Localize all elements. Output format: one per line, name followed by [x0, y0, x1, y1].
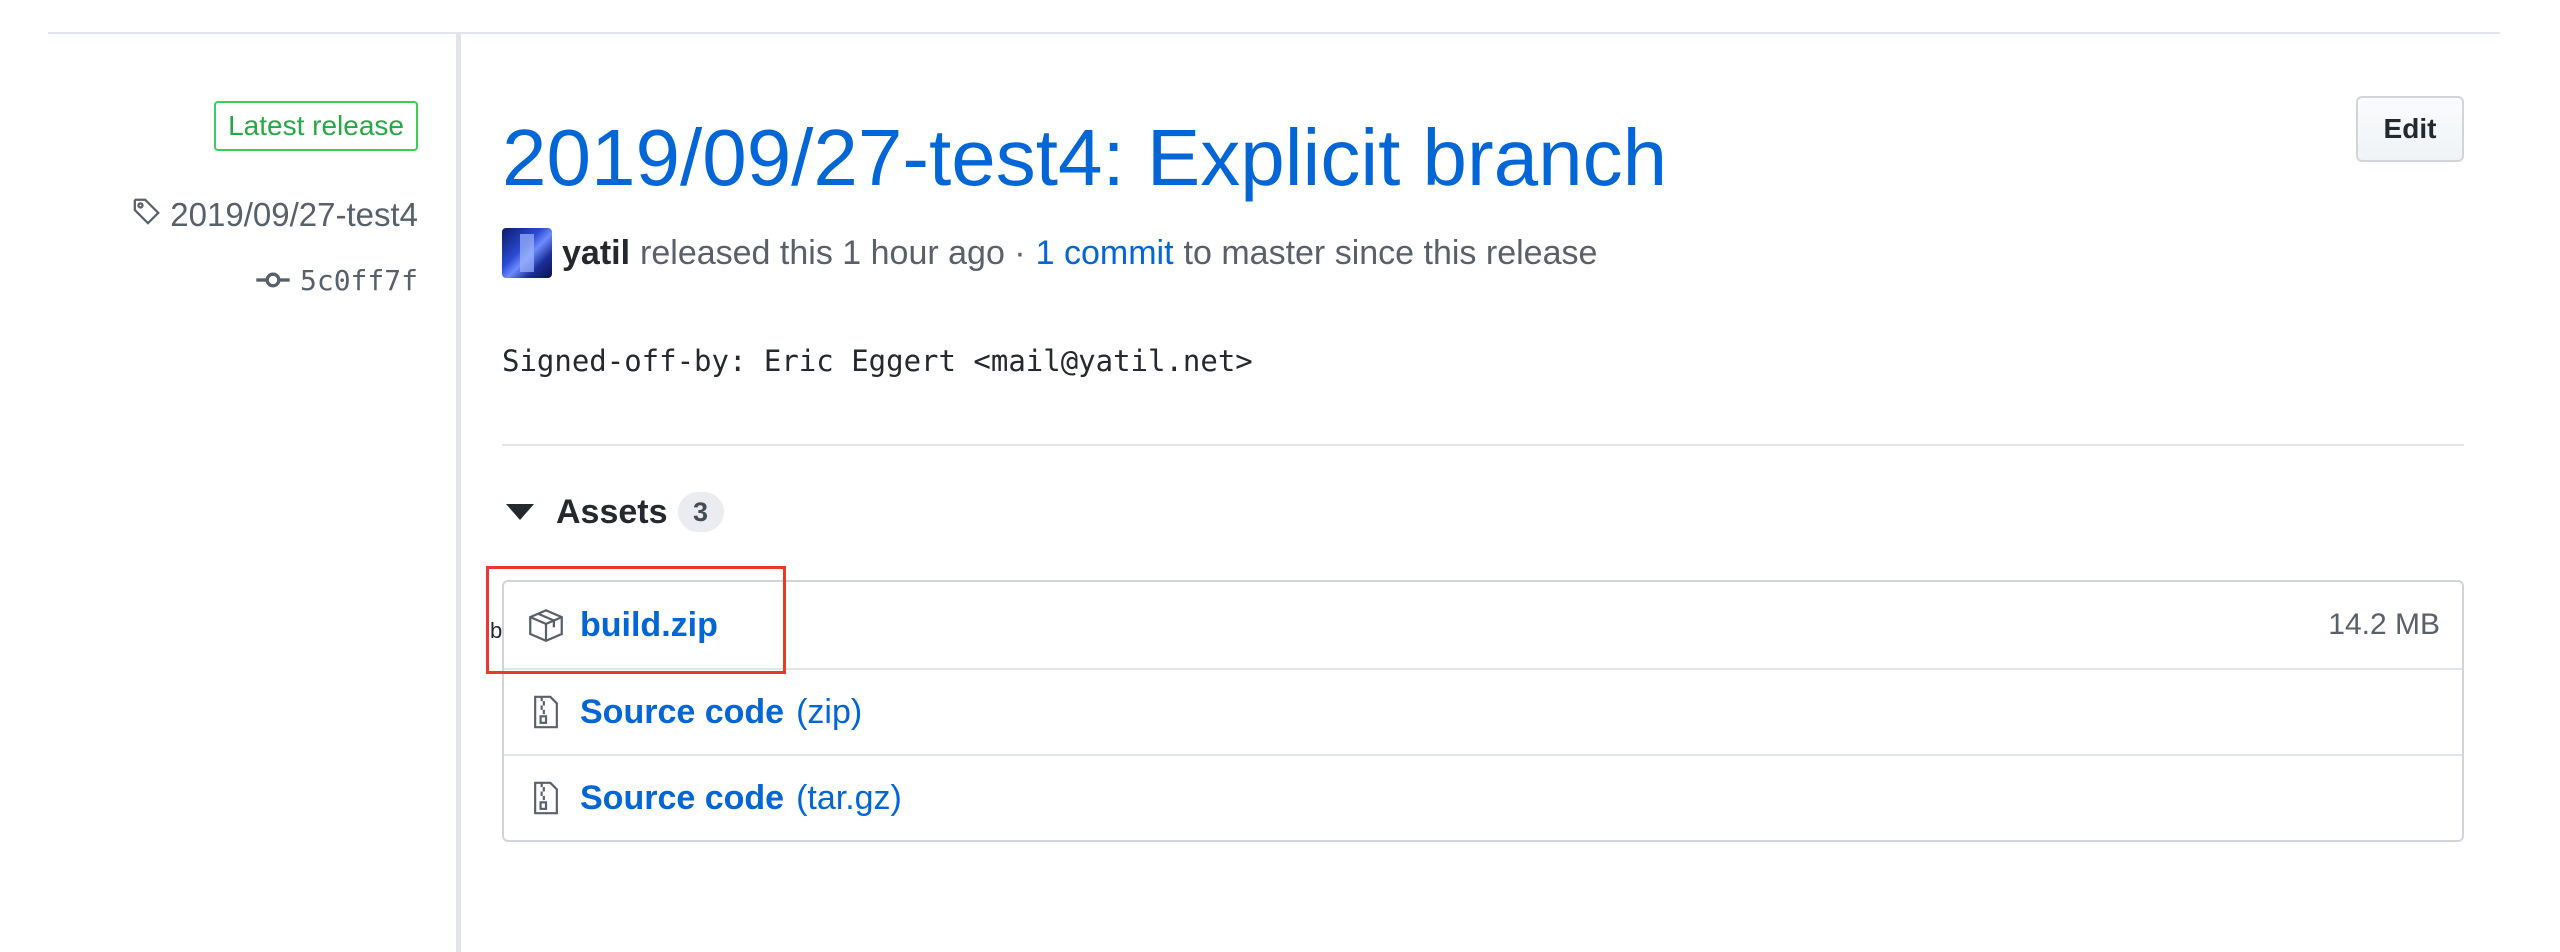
asset-row: Source code (zip) [504, 668, 2462, 754]
tag-name: 2019/09/27-test4 [170, 196, 418, 233]
assets-count: 3 [677, 492, 724, 532]
release-title[interactable]: 2019/09/27-test4: Explicit branch [502, 108, 1667, 208]
file-zip-icon [526, 778, 566, 818]
edit-button[interactable]: Edit [2356, 96, 2464, 162]
asset-link-build-zip[interactable]: build.zip [580, 606, 718, 645]
latest-release-badge: Latest release [214, 101, 418, 151]
assets-list: build.zip 14.2 MB Source code (zip) Sour… [502, 580, 2464, 842]
package-icon [526, 605, 566, 645]
triangle-down-icon [506, 504, 534, 520]
source-code-zip-ext[interactable]: (zip) [796, 693, 862, 732]
assets-label: Assets [556, 492, 668, 531]
tag-link[interactable]: 2019/09/27-test4 [132, 196, 418, 234]
commit-sha: 5c0ff7f [299, 264, 418, 297]
section-divider [502, 444, 2464, 446]
release-notes: Signed-off-by: Eric Eggert <mail@yatil.n… [502, 344, 1253, 378]
avatar[interactable] [502, 228, 552, 278]
commit-link[interactable]: 5c0ff7f [256, 264, 418, 297]
file-zip-icon [526, 692, 566, 732]
timeline-divider [456, 34, 461, 952]
author-link[interactable]: yatil [562, 234, 630, 273]
source-code-targz-link[interactable]: Source code [580, 779, 784, 818]
since-text: to master since this release [1183, 233, 1598, 272]
source-code-zip-link[interactable]: Source code [580, 693, 784, 732]
top-divider [48, 32, 2500, 34]
release-byline: yatil released this 1 hour ago · 1 commi… [502, 228, 1597, 278]
commits-since-link[interactable]: 1 commit [1036, 234, 1174, 273]
stray-glyph: b [490, 618, 503, 643]
tag-icon [132, 196, 162, 234]
asset-size: 14.2 MB [2328, 608, 2440, 641]
released-text: released this 1 hour ago · [640, 233, 1026, 272]
source-code-targz-ext[interactable]: (tar.gz) [796, 779, 902, 818]
asset-row: build.zip 14.2 MB [504, 582, 2462, 668]
git-commit-icon [256, 264, 290, 297]
asset-row: Source code (tar.gz) [504, 754, 2462, 840]
assets-toggle[interactable]: Assets 3 [502, 492, 724, 532]
